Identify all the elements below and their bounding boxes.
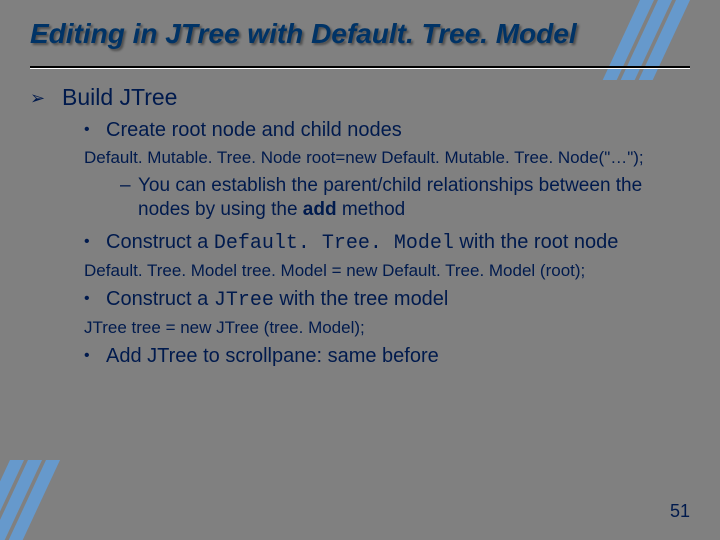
bullet-text: You can establish the parent/child relat… [138,174,660,222]
text-fragment: method [337,199,406,220]
bullet-level3: – You can establish the parent/child rel… [120,174,660,222]
dash-bullet-icon: – [120,174,138,198]
text-fragment: with the root node [454,231,619,253]
bullet-level2: • Construct a Default. Tree. Model with … [84,230,690,256]
bullet-text: Build JTree [62,84,690,111]
slide-body: ➢ Build JTree • Create root node and chi… [30,84,690,373]
text-fragment: Construct a [106,288,214,310]
bullet-text: Construct a Default. Tree. Model with th… [106,230,690,256]
bullet-level2: • Construct a JTree with the tree model [84,287,690,313]
code-line: Default. Tree. Model tree. Model = new D… [84,260,690,281]
dot-bullet-icon: • [84,287,106,311]
inline-code: JTree [214,289,274,312]
bullet-level2: • Add JTree to scrollpane: same before [84,344,690,369]
bold-text: add [303,199,337,220]
code-line: Default. Mutable. Tree. Node root=new De… [84,147,690,168]
bullet-text: Add JTree to scrollpane: same before [106,344,690,369]
inline-code: Default. Tree. Model [214,232,454,255]
bullet-text: Construct a JTree with the tree model [106,287,690,313]
dot-bullet-icon: • [84,344,106,368]
dot-bullet-icon: • [84,118,106,142]
triangle-bullet-icon: ➢ [30,84,62,112]
title-divider [30,66,690,69]
dot-bullet-icon: • [84,230,106,254]
bullet-text: Create root node and child nodes [106,118,690,143]
bullet-level1: ➢ Build JTree [30,84,690,112]
page-number: 51 [670,501,690,522]
slide-title: Editing in JTree with Default. Tree. Mod… [30,18,690,50]
code-line: JTree tree = new JTree (tree. Model); [84,317,690,338]
bullet-level2: • Create root node and child nodes [84,118,690,143]
text-fragment: with the tree model [274,288,449,310]
text-fragment: Construct a [106,231,214,253]
